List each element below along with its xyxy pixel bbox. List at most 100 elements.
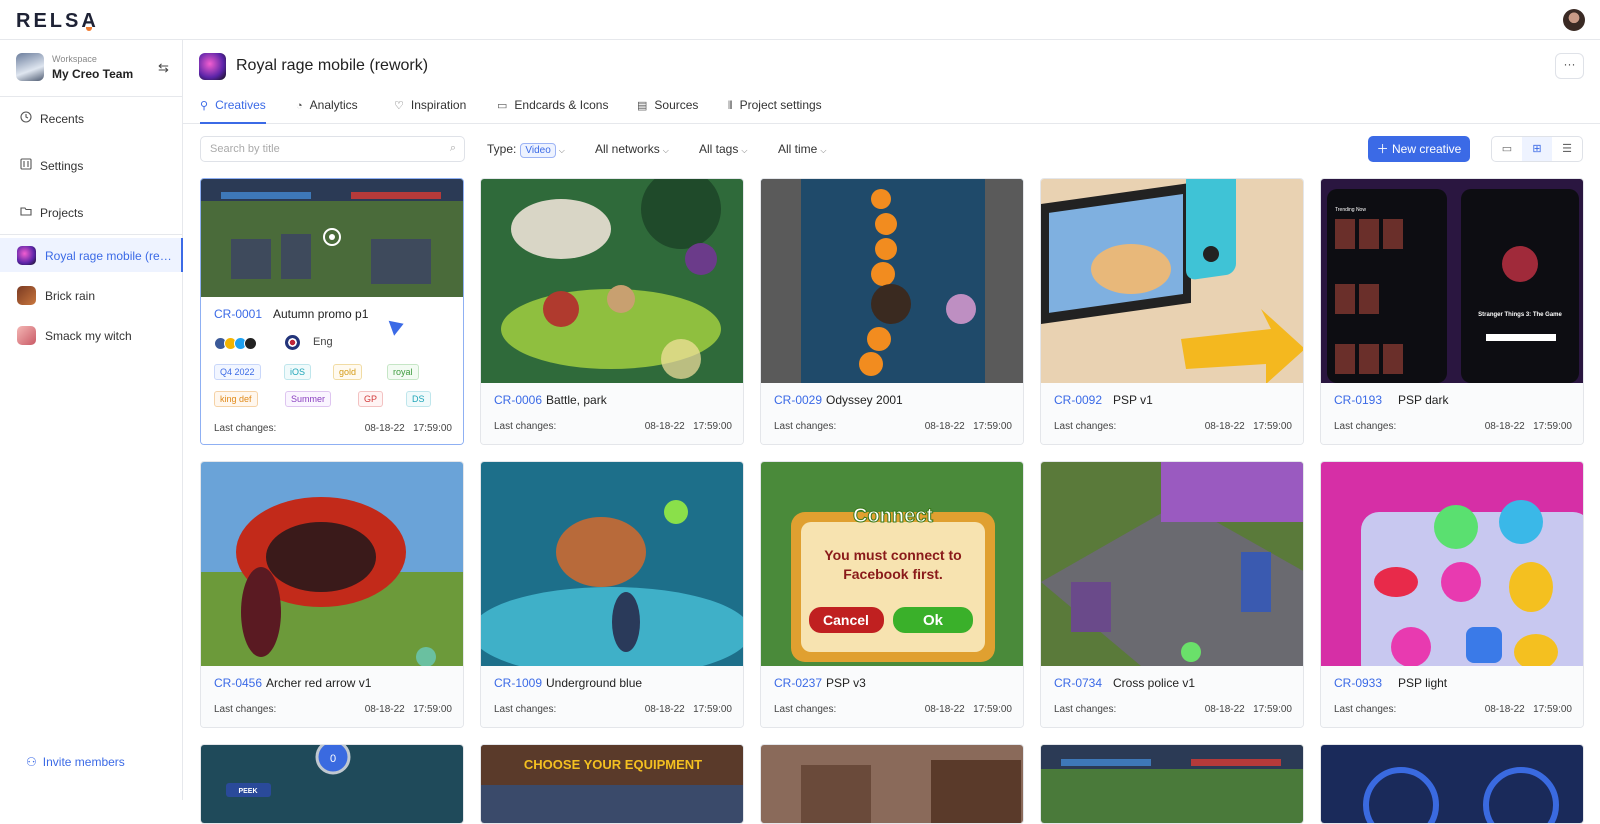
creative-thumbnail[interactable]: 0 PEEK	[201, 745, 464, 824]
tag-badge[interactable]: Summer	[285, 391, 332, 407]
connect-message-line1: You must connect to	[824, 547, 961, 563]
language-label: Eng	[313, 336, 333, 348]
more-options-button[interactable]: ···	[1555, 53, 1584, 79]
creative-card-cr-0193[interactable]: Trending Now Stranger Things 3: The Game…	[1320, 178, 1584, 445]
tag-badge[interactable]: royal	[387, 364, 419, 380]
creative-card-cr-1009[interactable]: CR-1009 Underground blue Last changes: 0…	[480, 461, 744, 728]
creative-id[interactable]: CR-0193	[1334, 393, 1382, 407]
list-view-icon[interactable]: ☰	[1552, 137, 1582, 161]
creative-title: Archer red arrow v1	[266, 676, 372, 690]
card-meta: CR-0933 PSP light Last changes: 08-18-22…	[1321, 666, 1583, 727]
workspace-switcher[interactable]: Workspace My Creo Team ⇆	[16, 53, 176, 83]
tag-badge[interactable]: DS	[406, 391, 431, 407]
new-creative-button[interactable]: ＋ New creative	[1368, 136, 1470, 162]
type-pill[interactable]: Video	[520, 143, 556, 158]
creative-id[interactable]: CR-1009	[494, 676, 542, 690]
creative-thumbnail[interactable]	[201, 462, 464, 666]
last-changes-label: Last changes:	[774, 421, 837, 432]
folder-view-icon[interactable]: ▭	[1492, 137, 1522, 161]
user-avatar[interactable]	[1563, 9, 1585, 31]
creative-thumbnail[interactable]	[481, 462, 744, 666]
creative-card-cr-0456[interactable]: CR-0456 Archer red arrow v1 Last changes…	[200, 461, 464, 728]
tab-label: Project settings	[739, 98, 822, 112]
type-filter[interactable]: Type: Video ⌵	[487, 142, 565, 158]
tab-label: Endcards & Icons	[514, 98, 609, 112]
tab-label: Creatives	[215, 98, 266, 112]
creative-card-cr-0933[interactable]: CR-0933 PSP light Last changes: 08-18-22…	[1320, 461, 1584, 728]
creative-id[interactable]: CR-0029	[774, 393, 822, 407]
grid-view-icon[interactable]: ⊞	[1522, 137, 1552, 161]
last-changes-date: 08-18-22 17:59:00	[645, 421, 732, 432]
tag-badge[interactable]: iOS	[284, 364, 312, 380]
time-value: 17:59:00	[693, 421, 732, 432]
date-value: 08-18-22	[924, 421, 965, 432]
tab-inspiration[interactable]: ♡ Inspiration	[394, 98, 466, 124]
tab-sources[interactable]: ▤ Sources	[637, 98, 698, 124]
tag-badge[interactable]: gold	[333, 364, 363, 380]
creative-thumbnail[interactable]	[761, 179, 1024, 383]
creative-id[interactable]: CR-0456	[214, 676, 262, 690]
creative-thumbnail[interactable]: Trending Now Stranger Things 3: The Game	[1321, 179, 1584, 383]
creative-card-cr-0029[interactable]: CR-0029 Odyssey 2001 Last changes: 08-18…	[760, 178, 1024, 445]
creative-thumbnail[interactable]	[481, 179, 744, 383]
sidebar-project-smack-my-witch[interactable]: Smack my witch	[0, 318, 183, 352]
chevron-down-icon: ⌵	[820, 146, 827, 155]
creative-card-cr-0237[interactable]: Connect You must connect to Facebook fir…	[760, 461, 1024, 728]
creative-card-cr-0001[interactable]: CR-0001 Autumn promo p1 Eng Q4 2022 iOS …	[200, 178, 464, 445]
creative-thumbnail[interactable]	[1321, 745, 1584, 824]
creative-card-cr-0006[interactable]: CR-0006 Battle, park Last changes: 08-18…	[480, 178, 744, 445]
last-changes-label: Last changes:	[494, 704, 557, 715]
tag-badge[interactable]: Q4 2022	[214, 364, 261, 380]
creative-thumbnail[interactable]: Connect You must connect to Facebook fir…	[761, 462, 1024, 666]
time-value: 17:59:00	[693, 704, 732, 715]
creative-thumbnail[interactable]	[761, 745, 1024, 824]
last-changes-date: 08-18-22 17:59:00	[1205, 704, 1292, 715]
sidebar-project-royal-rage[interactable]: Royal rage mobile (rework)	[0, 238, 183, 272]
creative-id[interactable]: CR-0001	[214, 307, 262, 321]
creative-id[interactable]: CR-0092	[1054, 393, 1102, 407]
switch-icon[interactable]: ⇆	[158, 60, 169, 76]
sidebar-item-settings[interactable]: Settings	[0, 148, 183, 184]
tag-badge[interactable]: GP	[358, 391, 384, 407]
creative-card-partial[interactable]	[1040, 744, 1304, 824]
creative-thumbnail[interactable]	[1041, 179, 1304, 383]
sidebar-item-label: Projects	[40, 206, 84, 220]
creative-id[interactable]: CR-0006	[494, 393, 542, 407]
creative-thumbnail[interactable]	[1041, 462, 1304, 666]
creative-card-partial[interactable]: CHOOSE YOUR EQUIPMENT	[480, 744, 744, 824]
creative-card-cr-0734[interactable]: CR-0734 Cross police v1 Last changes: 08…	[1040, 461, 1304, 728]
card-meta: CR-0001 Autumn promo p1 Eng Q4 2022 iOS …	[201, 297, 463, 444]
networks-filter[interactable]: All networks ⌵	[595, 142, 669, 156]
creative-thumbnail[interactable]	[1041, 745, 1304, 824]
creative-title: PSP v3	[826, 676, 866, 690]
sliders-icon: ⫴	[728, 100, 733, 112]
project-label: Brick rain	[45, 289, 96, 303]
card-meta: CR-1009 Underground blue Last changes: 0…	[481, 666, 743, 727]
search-input[interactable]	[210, 143, 430, 155]
creative-id[interactable]: CR-0734	[1054, 676, 1102, 690]
search-field[interactable]: ⌕	[200, 136, 465, 162]
creative-card-partial[interactable]	[1320, 744, 1584, 824]
creative-card-partial[interactable]	[760, 744, 1024, 824]
tab-endcards-icons[interactable]: ▭ Endcards & Icons	[497, 98, 608, 124]
creative-thumbnail[interactable]	[1321, 462, 1584, 666]
creative-title: Cross police v1	[1113, 676, 1196, 690]
creative-thumbnail[interactable]: CHOOSE YOUR EQUIPMENT	[481, 745, 744, 824]
creative-thumbnail[interactable]	[201, 179, 464, 297]
tag-badge[interactable]: king def	[214, 391, 258, 407]
tags-filter[interactable]: All tags ⌵	[699, 142, 747, 156]
tab-analytics[interactable]: ◔ Analytics	[296, 98, 358, 124]
workspace-caption: Workspace	[52, 54, 97, 64]
time-filter[interactable]: All time ⌵	[778, 142, 826, 156]
sidebar-item-recents[interactable]: Recents	[0, 101, 183, 137]
creative-id[interactable]: CR-0237	[774, 676, 822, 690]
creative-card-partial[interactable]: 0 PEEK	[200, 744, 464, 824]
creative-id[interactable]: CR-0933	[1334, 676, 1382, 690]
tab-creatives[interactable]: ⚲ Creatives	[200, 98, 266, 124]
file-icon: ▤	[637, 100, 648, 112]
creative-card-cr-0092[interactable]: CR-0092 PSP v1 Last changes: 08-18-22 17…	[1040, 178, 1304, 445]
tab-project-settings[interactable]: ⫴ Project settings	[728, 98, 822, 124]
invite-members-link[interactable]: ⚇ Invite members	[20, 755, 125, 769]
sidebar-project-brick-rain[interactable]: Brick rain	[0, 278, 183, 312]
sidebar-item-projects[interactable]: Projects	[0, 195, 183, 231]
